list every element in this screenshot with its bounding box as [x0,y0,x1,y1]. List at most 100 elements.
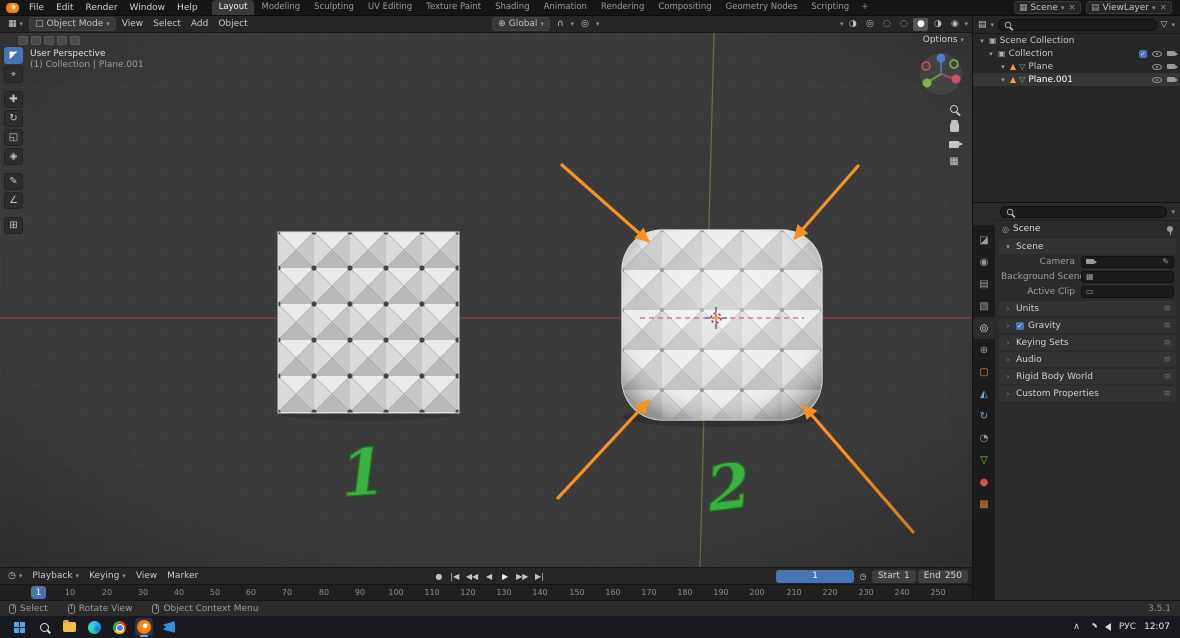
section-gravity[interactable]: › ✓ Gravity ≡ [999,318,1176,333]
move-tool[interactable]: ✚ [4,91,23,108]
play-button[interactable]: ▶ [498,570,512,583]
tab-render-properties[interactable]: ◉ [973,251,995,273]
timeline-editor-type-button[interactable]: ◷ ▾ [4,570,26,582]
tab-scene-properties[interactable]: ◎ [973,317,995,339]
add-cube-tool[interactable]: ⊞ [4,217,23,234]
current-frame-field[interactable]: 1 [775,569,854,583]
snap-dropdown[interactable]: ▾ [571,20,575,28]
outliner-row-plane001[interactable]: ▾ ▲ ▽ Plane.001 [973,73,1180,86]
camera-field[interactable]: ✎ [1081,255,1174,268]
prev-keyframe-button[interactable]: ◀◀ [464,570,480,583]
quick-toggle-icon[interactable] [44,36,54,45]
menu-view-timeline[interactable]: View [132,570,161,582]
quick-toggle-icon[interactable] [31,36,41,45]
active-clip-field[interactable]: ▭ [1081,285,1174,298]
gizmo-z-axis[interactable] [936,53,946,63]
pin-icon[interactable] [1167,226,1173,235]
blender-logo-icon[interactable] [6,2,19,13]
tab-geometry-nodes[interactable]: Geometry Nodes [719,0,805,15]
shading-rendered-button[interactable]: ◉ [947,18,962,31]
tab-world-properties[interactable]: ⊕ [973,339,995,361]
shading-dropdown[interactable]: ▾ [964,20,968,28]
tab-object-properties[interactable]: ▢ [973,361,995,383]
volume-icon[interactable] [1104,623,1111,631]
section-custom-properties[interactable]: › Custom Properties ≡ [999,386,1176,401]
outliner-editor-icon[interactable]: ▤ [978,20,987,30]
properties-search-input[interactable] [1000,205,1168,218]
gizmo-y-axis[interactable] [922,78,932,88]
tab-texture-properties[interactable]: ▩ [973,493,995,515]
gravity-checkbox[interactable]: ✓ [1016,321,1024,330]
tab-constraint-properties[interactable]: ◔ [973,427,995,449]
section-rigid-body-world[interactable]: › Rigid Body World ≡ [999,369,1176,384]
options-dropdown[interactable]: Options ▾ [923,35,964,45]
zoom-icon[interactable] [950,105,958,113]
menu-keying[interactable]: Keying ▾ [85,570,130,582]
background-scene-field[interactable]: ▦ [1081,270,1174,283]
shading-wireframe-button[interactable]: ◌ [896,18,911,31]
section-audio[interactable]: › Audio ≡ [999,352,1176,367]
editor-type-button[interactable]: ▦ ▾ [4,18,27,30]
proportional-dropdown[interactable]: ▾ [596,20,600,28]
proportional-editing-toggle[interactable]: ◎ [577,18,593,30]
menu-edit[interactable]: Edit [50,2,79,14]
transform-tool[interactable]: ◈ [4,148,23,165]
menu-object[interactable]: Object [214,18,251,30]
tray-chevron-icon[interactable]: ∧ [1073,622,1080,632]
tab-compositing[interactable]: Compositing [651,0,718,15]
properties-filter-dropdown[interactable]: ▾ [1171,208,1175,216]
eye-icon[interactable] [1152,63,1162,70]
outliner-row-plane[interactable]: ▾ ▲ ▽ Plane [973,60,1180,73]
section-keying-sets[interactable]: › Keying Sets ≡ [999,335,1176,350]
menu-help[interactable]: Help [171,2,204,14]
tab-physics-properties[interactable]: ↻ [973,405,995,427]
section-menu-icon[interactable]: ≡ [1163,338,1171,348]
jump-to-end-button[interactable]: ▶| [532,570,546,583]
camera-view-icon[interactable] [949,141,963,148]
menu-playback[interactable]: Playback ▾ [28,570,83,582]
frame-start-field[interactable]: Start 1 [871,569,916,583]
taskbar-search-button[interactable] [35,618,53,636]
menu-select[interactable]: Select [149,18,185,30]
tab-tool-properties[interactable]: ◪ [973,229,995,251]
eye-icon[interactable] [1152,76,1162,83]
quick-toggle-icon[interactable] [70,36,80,45]
section-menu-icon[interactable]: ≡ [1163,372,1171,382]
start-button[interactable] [10,618,28,636]
viewport-3d[interactable]: 1 2 Options ▾ User Perspective (1) Colle… [0,33,972,567]
menu-file[interactable]: File [23,2,50,14]
menu-view[interactable]: View [118,18,147,30]
select-box-tool[interactable]: ◤ [4,47,23,64]
outliner-search-input[interactable] [998,18,1157,31]
section-menu-icon[interactable]: ≡ [1163,304,1171,314]
tab-scripting[interactable]: Scripting [804,0,856,15]
auto-keying-button[interactable]: ● [432,570,446,583]
unlink-scene-icon[interactable]: × [1068,3,1076,13]
scale-tool[interactable]: ◱ [4,129,23,146]
shading-material-button[interactable]: ◑ [930,18,945,31]
section-menu-icon[interactable]: ≡ [1163,389,1171,399]
rotate-tool[interactable]: ↻ [4,110,23,127]
section-scene[interactable]: ▾ Scene [999,239,1176,254]
gizmo-x-axis[interactable] [951,74,961,84]
tab-texture-paint[interactable]: Texture Paint [419,0,488,15]
tab-layout[interactable]: Layout [211,0,255,15]
menu-window[interactable]: Window [124,2,172,14]
tab-rendering[interactable]: Rendering [594,0,651,15]
orientation-selector[interactable]: ⊕ Global ▾ [492,17,550,31]
language-indicator[interactable]: РУС [1119,622,1136,632]
expander-icon[interactable]: ▾ [978,37,986,45]
mode-selector[interactable]: ▢ Object Mode ▾ [29,17,116,31]
tab-modifier-properties[interactable]: ◭ [973,383,995,405]
menu-render[interactable]: Render [80,2,124,14]
eyedropper-icon[interactable]: ✎ [1162,257,1169,266]
scene-selector[interactable]: ▦ Scene ▾ × [1013,1,1081,14]
tab-animation[interactable]: Animation [537,0,594,15]
cursor-tool[interactable]: ⌖ [4,66,23,83]
tab-sculpting[interactable]: Sculpting [307,0,361,15]
play-reverse-button[interactable]: ◀ [482,570,496,583]
vscode-button[interactable] [160,618,178,636]
quick-toggle-icon[interactable] [18,36,28,45]
tab-viewlayer-properties[interactable]: ▧ [973,295,995,317]
toggle-ortho-icon[interactable]: ▦ [949,157,958,167]
